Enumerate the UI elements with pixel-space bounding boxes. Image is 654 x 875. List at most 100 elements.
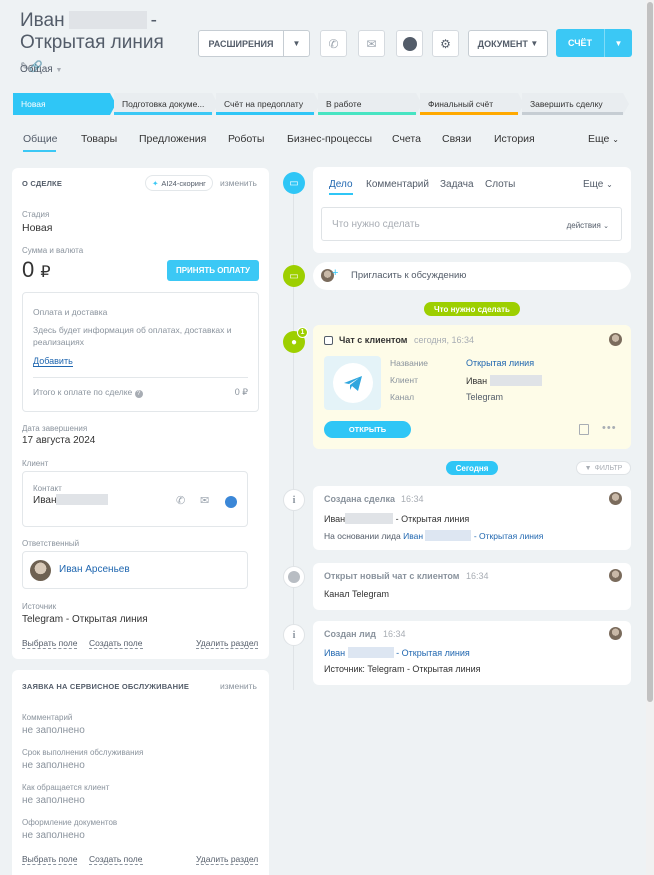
scoring-badge[interactable]: ✦ AI24-скоринг bbox=[145, 175, 213, 191]
more-tabs[interactable]: Еще ⌄ bbox=[583, 179, 613, 190]
document-button[interactable]: ДОКУМЕНТ ▼ bbox=[468, 30, 548, 57]
sum-field-value: 0 ₽ bbox=[22, 257, 51, 283]
help-icon[interactable]: ? bbox=[134, 390, 143, 398]
payment-title: Оплата и доставка bbox=[33, 307, 108, 317]
add-payment-link[interactable]: Добавить bbox=[33, 356, 73, 367]
avatar bbox=[609, 333, 622, 346]
tab-activity[interactable]: Дело bbox=[329, 179, 353, 190]
note-icon[interactable] bbox=[579, 424, 589, 435]
service-edit-link[interactable]: изменить bbox=[220, 681, 257, 691]
stage-finish-deal[interactable]: Завершить сделку bbox=[522, 93, 629, 115]
tab-products[interactable]: Товары bbox=[81, 133, 117, 145]
payment-text: Здесь будет информация об оплатах, доста… bbox=[33, 325, 232, 347]
choose-field-link[interactable]: Выбрать поле bbox=[22, 638, 78, 649]
more-icon[interactable]: ••• bbox=[602, 422, 617, 434]
lead-link[interactable]: Иван - Открытая линия bbox=[324, 647, 470, 658]
tab-robots[interactable]: Роботы bbox=[228, 133, 264, 145]
chevron-down-icon: ⌄ bbox=[603, 223, 609, 230]
lead-name: Иван bbox=[324, 648, 346, 658]
deal-name: Иван bbox=[324, 514, 346, 524]
invite-text: Пригласить к обсуждению bbox=[351, 270, 467, 281]
actions-dropdown[interactable]: действия ⌄ bbox=[567, 221, 609, 230]
scrollbar-thumb[interactable] bbox=[647, 2, 653, 702]
extensions-button[interactable]: РАСШИРЕНИЯ ▼ bbox=[198, 30, 310, 57]
lead-link[interactable]: Иван - Открытая линия bbox=[403, 530, 543, 541]
avatar bbox=[609, 492, 622, 505]
category-select[interactable]: Общая ▼ bbox=[20, 64, 62, 75]
delete-section-link[interactable]: Удалить раздел bbox=[196, 854, 259, 865]
stage-final-invoice[interactable]: Финальный счёт bbox=[420, 93, 524, 115]
responsible-name[interactable]: Иван Арсеньев bbox=[59, 564, 130, 575]
stage-label: Завершить сделку bbox=[530, 99, 603, 109]
choose-field-link[interactable]: Выбрать поле bbox=[22, 854, 78, 865]
stage-label: В работе bbox=[326, 99, 362, 109]
filter-button[interactable]: ▼ ФИЛЬТР bbox=[576, 461, 631, 475]
service-field-value: не заполнено bbox=[22, 795, 85, 806]
create-field-link[interactable]: Создать поле bbox=[89, 854, 143, 865]
stage-field-value: Новая bbox=[22, 222, 53, 234]
activity-editor: Дело Комментарий Задача Слоты Еще ⌄ Что … bbox=[313, 167, 631, 253]
event-time: 16:34 bbox=[466, 571, 489, 581]
invite-bar[interactable]: + Пригласить к обсуждению bbox=[313, 262, 631, 290]
tab-general[interactable]: Общие bbox=[23, 133, 58, 145]
chat-icon[interactable] bbox=[396, 30, 423, 57]
tab-more[interactable]: Еще ⌄ bbox=[588, 133, 619, 145]
stage-new[interactable]: Новая bbox=[13, 93, 116, 115]
tab-history[interactable]: История bbox=[494, 133, 535, 145]
close-date-label: Дата завершения bbox=[22, 424, 88, 433]
delete-section-link[interactable]: Удалить раздел bbox=[196, 638, 259, 649]
name-value[interactable]: Открытая линия bbox=[466, 358, 534, 368]
open-chat-button[interactable]: ОТКРЫТЬ bbox=[324, 421, 411, 438]
service-field-label: Срок выполнения обслуживания bbox=[22, 748, 144, 757]
mail-icon[interactable]: ✉ bbox=[200, 494, 209, 507]
blurred-surname bbox=[56, 494, 109, 505]
activity-icon: ▭ bbox=[283, 172, 305, 194]
comment-icon: ▭ bbox=[283, 265, 305, 287]
stage-prepayment-invoice[interactable]: Счёт на предоплату bbox=[216, 93, 320, 115]
client-name: Иван bbox=[466, 376, 488, 386]
invoice-label: СЧЁТ bbox=[567, 38, 593, 48]
stage-in-progress[interactable]: В работе bbox=[318, 93, 422, 115]
tab-business-processes[interactable]: Бизнес-процессы bbox=[287, 133, 372, 145]
stage-preparation[interactable]: Подготовка докуме... bbox=[114, 93, 218, 115]
done-checkbox[interactable] bbox=[324, 336, 333, 345]
contact-name-text: Иван bbox=[33, 495, 57, 506]
tab-invoices[interactable]: Счета bbox=[392, 133, 421, 145]
phone-icon[interactable]: ✆ bbox=[320, 30, 347, 57]
ai-icon: ✦ bbox=[152, 178, 159, 188]
deal-edit-link[interactable]: изменить bbox=[220, 178, 257, 188]
tab-offers[interactable]: Предложения bbox=[139, 133, 206, 145]
blurred-surname bbox=[489, 375, 542, 386]
deal-card: О СДЕЛКЕ ✦ AI24-скоринг изменить Стадия Н… bbox=[12, 168, 269, 659]
chevron-down-icon[interactable]: ▼ bbox=[604, 29, 632, 57]
invoice-button[interactable]: СЧЁТ ▼ bbox=[556, 29, 632, 57]
tab-task[interactable]: Задача bbox=[440, 179, 474, 190]
channel-value: Telegram bbox=[466, 392, 504, 402]
tab-comment[interactable]: Комментарий bbox=[366, 179, 429, 190]
event-line: Источник: Telegram - Открытая линия bbox=[324, 664, 481, 674]
tab-underline bbox=[329, 193, 353, 195]
event-title: Открыт новый чат с клиентом bbox=[324, 571, 460, 581]
avatar[interactable] bbox=[30, 560, 51, 581]
todo-input[interactable]: Что нужно сделать действия ⌄ bbox=[321, 207, 622, 241]
contact-name[interactable]: Иван bbox=[33, 494, 109, 506]
phone-icon[interactable]: ✆ bbox=[176, 494, 185, 507]
create-field-link[interactable]: Создать поле bbox=[89, 638, 143, 649]
mail-icon[interactable]: ✉ bbox=[358, 30, 385, 57]
tab-slots[interactable]: Слоты bbox=[485, 179, 515, 190]
today-pill: Сегодня bbox=[446, 461, 498, 475]
event-line: На основании лида Иван - Открытая линия bbox=[324, 530, 543, 541]
chevron-down-icon[interactable]: ▼ bbox=[283, 31, 309, 56]
event-title: Создан лид bbox=[324, 629, 376, 639]
tab-links[interactable]: Связи bbox=[442, 133, 471, 145]
lead-name: Иван bbox=[403, 531, 424, 541]
event-line: Канал Telegram bbox=[324, 589, 389, 599]
source-label: Источник bbox=[22, 602, 57, 611]
gear-icon[interactable]: ⚙ bbox=[432, 30, 459, 57]
accept-payment-button[interactable]: ПРИНЯТЬ ОПЛАТУ bbox=[167, 260, 259, 281]
service-field-value: не заполнено bbox=[22, 725, 85, 736]
chat-icon[interactable] bbox=[225, 496, 237, 508]
scrollbar[interactable] bbox=[646, 0, 654, 875]
service-field-label: Комментарий bbox=[22, 713, 73, 722]
sum-field-label: Сумма и валюта bbox=[22, 246, 84, 255]
